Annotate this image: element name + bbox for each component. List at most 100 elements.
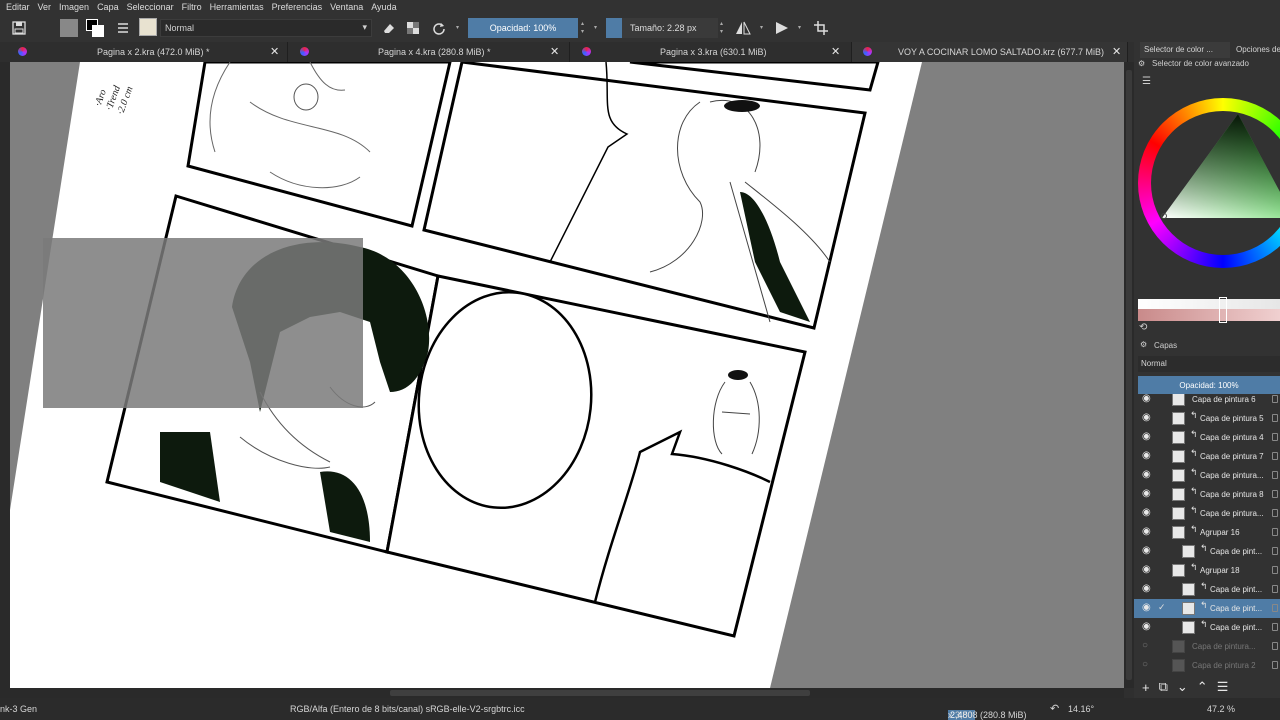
document-tab[interactable]: Pagina x 2.kra (472.0 MiB) * ✕ (0, 42, 288, 62)
mirror-horizontal-icon[interactable] (734, 19, 752, 37)
eye-hidden-icon[interactable]: ○ (1142, 641, 1152, 651)
close-icon[interactable]: ✕ (270, 45, 279, 58)
layer-row[interactable]: ◉ Capa de pintura 6 (1134, 394, 1280, 409)
eye-icon[interactable]: ◉ (1142, 622, 1152, 632)
layer-row[interactable]: ○ Capa de pintura 2 (1134, 656, 1280, 675)
layer-row[interactable]: ◉ ✓ ↰ Capa de pint... (1134, 599, 1280, 618)
size-spin-up[interactable]: ▴ (720, 20, 723, 27)
layer-row[interactable]: ◉ ↰ Capa de pintura... (1134, 504, 1280, 523)
advanced-color-selector-icon[interactable]: ⚙ (1138, 59, 1145, 68)
layer-row[interactable]: ◉ ↰ Capa de pintura 8 (1134, 485, 1280, 504)
vertical-scrollbar[interactable] (1124, 62, 1134, 688)
lock-icon[interactable] (1272, 433, 1278, 441)
tab-color-selector[interactable]: Selector de color ... (1140, 42, 1230, 58)
layer-row[interactable]: ◉ ↰ Capa de pintura 4 (1134, 428, 1280, 447)
gradient-preset-swatch[interactable] (60, 19, 78, 37)
lock-icon[interactable] (1272, 642, 1278, 650)
close-icon[interactable]: ✕ (1112, 45, 1121, 58)
eye-icon[interactable]: ◉ (1142, 432, 1152, 442)
layer-row[interactable]: ◉ ↰ Capa de pint... (1134, 618, 1280, 637)
layer-opacity-slider[interactable]: Opacidad: 100% (1138, 376, 1280, 394)
add-layer-icon[interactable]: + (1142, 680, 1150, 695)
menu-herramientas[interactable]: Herramientas (210, 2, 264, 12)
alpha-lock-icon[interactable] (404, 19, 422, 37)
chevron-down-icon[interactable]: ▾ (594, 24, 597, 31)
color-settings-icon[interactable]: ☰ (1142, 76, 1151, 87)
layer-row[interactable]: ◉ ↰ Agrupar 16 (1134, 523, 1280, 542)
lock-icon[interactable] (1272, 528, 1278, 536)
scroll-thumb[interactable] (390, 690, 810, 696)
lock-icon[interactable] (1272, 604, 1278, 612)
horizontal-scrollbar[interactable] (10, 688, 1124, 698)
opacity-slider[interactable]: Opacidad: 100% (468, 18, 578, 38)
background-color[interactable] (92, 25, 104, 37)
lock-icon[interactable] (1272, 547, 1278, 555)
eye-icon[interactable]: ◉ (1142, 584, 1152, 594)
brush-settings-icon[interactable] (114, 19, 132, 37)
layer-row[interactable]: ◉ ↰ Capa de pintura 5 (1134, 409, 1280, 428)
layers-panel-icon[interactable]: ⚙ (1140, 340, 1147, 349)
size-slider[interactable]: Tamaño: 2.28 px (622, 18, 718, 38)
eye-icon[interactable]: ◉ (1142, 546, 1152, 556)
layer-blend-mode-select[interactable]: Normal (1138, 356, 1280, 372)
lock-icon[interactable] (1272, 414, 1278, 422)
lock-icon[interactable] (1272, 623, 1278, 631)
lock-icon[interactable] (1272, 661, 1278, 669)
lightness-gradient[interactable] (1138, 299, 1280, 309)
refresh-icon[interactable]: ⟲ (1139, 322, 1147, 333)
reload-preset-icon[interactable] (430, 19, 448, 37)
lock-icon[interactable] (1272, 395, 1278, 403)
chevron-down-icon[interactable]: ▾ (456, 24, 459, 31)
eye-icon[interactable]: ◉ (1142, 451, 1152, 461)
drawing-canvas[interactable]: ·Aro ·Trend ·2.0 cm (10, 62, 1124, 688)
eye-icon[interactable]: ◉ (1142, 527, 1152, 537)
layer-row[interactable]: ◉ ↰ Agrupar 18 (1134, 561, 1280, 580)
duplicate-layer-icon[interactable]: ⧉ (1159, 679, 1168, 695)
lock-icon[interactable] (1272, 471, 1278, 479)
foreground-background-colors[interactable] (86, 19, 104, 37)
document-tab[interactable]: Pagina x 4.kra (280.8 MiB) * ✕ (288, 42, 570, 62)
document-tab[interactable]: Pagina x 3.kra (630.1 MiB) ✕ (570, 42, 852, 62)
move-layer-up-icon[interactable]: ⌃ (1197, 679, 1208, 695)
layer-row[interactable]: ◉ ↰ Capa de pint... (1134, 580, 1280, 599)
menu-seleccionar[interactable]: Seleccionar (127, 2, 174, 12)
eye-icon[interactable]: ◉ (1142, 394, 1152, 404)
lock-icon[interactable] (1272, 490, 1278, 498)
opacity-spin-down[interactable]: ▾ (581, 28, 584, 35)
chevron-down-icon[interactable]: ▾ (798, 24, 801, 31)
size-spin-down[interactable]: ▾ (720, 28, 723, 35)
zoom-value[interactable]: 47.2 % (1207, 704, 1235, 714)
eye-icon[interactable]: ◉ (1142, 508, 1152, 518)
eye-icon[interactable]: ◉ (1142, 413, 1152, 423)
layer-row[interactable]: ◉ ↰ Capa de pint... (1134, 542, 1280, 561)
menu-preferencias[interactable]: Preferencias (272, 2, 323, 12)
menu-capa[interactable]: Capa (97, 2, 119, 12)
layer-row[interactable]: ◉ ↰ Capa de pintura 7 (1134, 447, 1280, 466)
menu-filtro[interactable]: Filtro (182, 2, 202, 12)
brush-preset-thumbnail[interactable] (139, 18, 157, 36)
layer-row[interactable]: ◉ ↰ Capa de pintura... (1134, 466, 1280, 485)
close-icon[interactable]: ✕ (550, 45, 559, 58)
chevron-down-icon[interactable]: ▾ (760, 24, 763, 31)
move-layer-down-icon[interactable]: ⌄ (1177, 679, 1188, 695)
save-icon[interactable] (10, 19, 28, 37)
eye-icon[interactable]: ◉ (1142, 470, 1152, 480)
eraser-icon[interactable] (380, 19, 398, 37)
eye-icon[interactable]: ◉ (1142, 565, 1152, 575)
rotation-value[interactable]: 14.16° (1068, 704, 1094, 714)
lock-icon[interactable] (1272, 566, 1278, 574)
eye-icon[interactable]: ◉ (1142, 603, 1152, 613)
wrap-around-icon[interactable] (812, 19, 830, 37)
eye-icon[interactable]: ◉ (1142, 489, 1152, 499)
lock-icon[interactable] (1272, 452, 1278, 460)
layer-row[interactable]: ○ Capa de pintura... (1134, 637, 1280, 656)
menu-ver[interactable]: Ver (38, 2, 52, 12)
close-icon[interactable]: ✕ (831, 45, 840, 58)
layer-properties-icon[interactable]: ☰ (1217, 679, 1229, 695)
scroll-thumb[interactable] (1126, 70, 1132, 680)
eye-hidden-icon[interactable]: ○ (1142, 660, 1152, 670)
menu-editar[interactable]: Editar (6, 2, 30, 12)
history-gradient[interactable] (1138, 309, 1280, 321)
tab-tool-options[interactable]: Opciones de (1232, 42, 1280, 58)
menu-imagen[interactable]: Imagen (59, 2, 89, 12)
